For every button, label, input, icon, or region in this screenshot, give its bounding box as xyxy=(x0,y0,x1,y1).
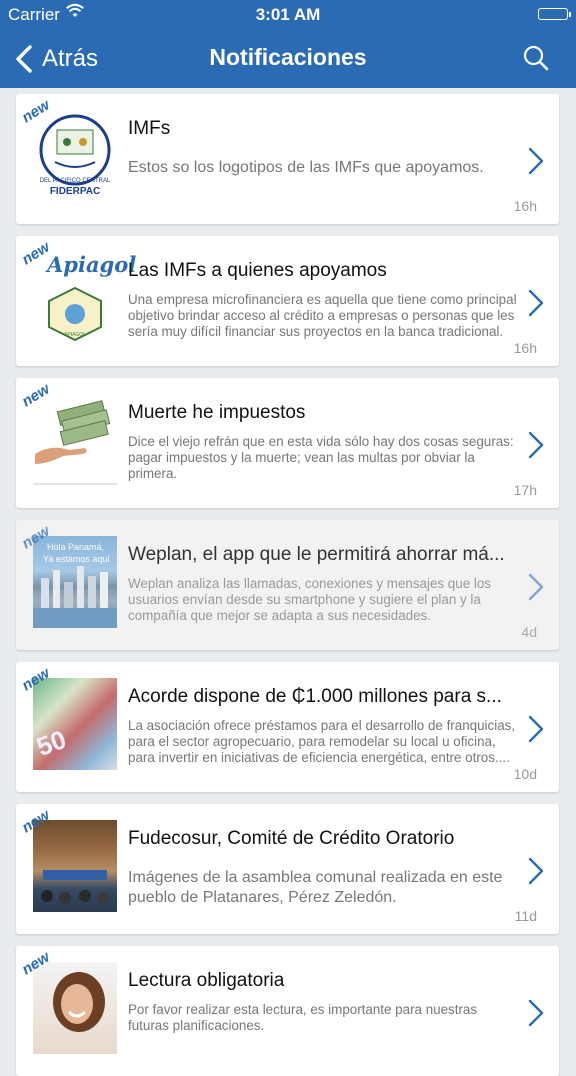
fiderpac-logo: DEL PACIFICO CENTRAL FIDERPAC xyxy=(33,110,117,202)
community-meeting-image xyxy=(33,820,117,912)
notification-title: Las IMFs a quienes apoyamos xyxy=(128,260,387,281)
image-caption-line-1: Hola Panamá, xyxy=(47,542,105,552)
notification-card[interactable]: Apiagol APIAGOL new Las IMFs a quienes a… xyxy=(16,236,559,366)
notification-card[interactable]: DEL PACIFICO CENTRAL FIDERPAC new IMFs E… xyxy=(16,94,559,224)
clock: 3:01 AM xyxy=(255,5,321,24)
notification-card[interactable]: new Lectura obligatoria Por favor realiz… xyxy=(16,946,559,1076)
notification-description: Imágenes de la asamblea comunal realizad… xyxy=(128,869,503,906)
notification-title: Acorde dispone de ₵1.000 millones para s… xyxy=(128,686,502,707)
logo-subtitle: DEL PACIFICO CENTRAL xyxy=(39,178,111,184)
notification-age: 16h xyxy=(513,198,537,214)
image-caption-line-2: Ya estamos aquí xyxy=(43,554,110,564)
chevron-right-icon xyxy=(528,715,544,743)
notification-age: 11d xyxy=(514,908,537,924)
logo-name: Apiagol xyxy=(47,252,137,277)
notification-age: 16h xyxy=(513,340,537,356)
notification-age: 4d xyxy=(521,624,537,640)
page-title: Notificaciones xyxy=(209,44,367,70)
notification-card[interactable]: 50 new Acorde dispone de ₵1.000 millones… xyxy=(16,662,559,792)
city-skyline-image: Hola Panamá, Ya estamos aquí xyxy=(33,536,117,628)
apiagol-logo: Apiagol APIAGOL xyxy=(33,252,136,344)
notification-description: La asociación ofrece préstamos para el d… xyxy=(128,718,516,765)
notification-description: Una empresa microfinanciera es aquella q… xyxy=(128,292,517,339)
status-bar: Carrier 3:01 AM xyxy=(0,0,576,30)
notification-description: Dice el viejo refrán que en esta vida só… xyxy=(128,434,514,481)
notification-age: 17h xyxy=(513,482,537,498)
banknote-denomination: 50 xyxy=(32,723,71,763)
chevron-right-icon xyxy=(528,289,544,317)
notification-description: Weplan analiza las llamadas, conexiones … xyxy=(128,576,491,623)
navigation-bar: Atrás Notificaciones xyxy=(0,30,576,88)
notification-description: Por favor realizar esta lectura, es impo… xyxy=(128,1002,478,1033)
chevron-right-icon xyxy=(528,147,544,175)
notification-card[interactable]: new Fudecosur, Comité de Crédito Oratori… xyxy=(16,804,559,934)
logo-subtitle: APIAGOL xyxy=(64,332,86,338)
banknotes-image: 50 xyxy=(33,678,117,770)
money-hand-image xyxy=(33,394,117,486)
notification-title: Lectura obligatoria xyxy=(128,970,285,991)
notification-title: Muerte he impuestos xyxy=(128,402,306,423)
search-icon[interactable] xyxy=(522,44,550,72)
chevron-right-icon xyxy=(528,857,544,885)
notification-age: 10d xyxy=(513,766,537,782)
logo-name: FIDERPAC xyxy=(49,186,101,197)
chevron-right-icon xyxy=(528,431,544,459)
chevron-right-icon xyxy=(528,573,544,601)
battery-icon xyxy=(538,8,571,20)
woman-reading-image xyxy=(33,962,117,1054)
notification-title: Weplan, el app que le permitirá ahorrar … xyxy=(128,544,505,565)
notification-title: IMFs xyxy=(128,118,171,139)
notification-card[interactable]: Hola Panamá, Ya estamos aquí new Weplan,… xyxy=(16,520,559,650)
notification-card[interactable]: new Muerte he impuestos Dice el viejo re… xyxy=(16,378,559,508)
notification-description: Estos so los logotipos de las IMFs que a… xyxy=(128,159,484,176)
notification-title: Fudecosur, Comité de Crédito Oratorio xyxy=(128,828,455,849)
